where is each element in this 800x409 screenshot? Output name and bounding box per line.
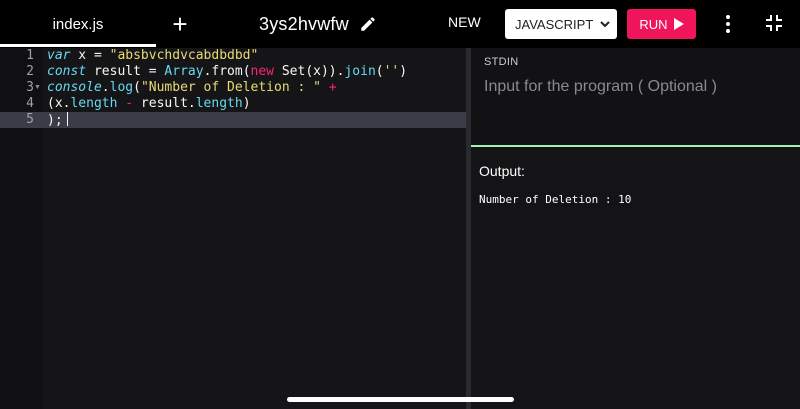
- code-token: join: [344, 64, 376, 79]
- code-token: );: [47, 113, 63, 128]
- stdin-panel: STDIN: [471, 48, 800, 146]
- run-label: RUN: [639, 16, 668, 32]
- output-text: Number of Deletion : 10: [479, 193, 632, 206]
- code-token: const: [47, 64, 87, 79]
- plus-icon: +: [172, 9, 188, 39]
- code-token: log: [109, 80, 134, 95]
- new-button[interactable]: NEW: [448, 14, 481, 30]
- add-tab-button[interactable]: +: [168, 10, 192, 38]
- pencil-icon[interactable]: [359, 15, 377, 33]
- code-token: +: [328, 80, 337, 95]
- line-number: 4: [26, 96, 34, 111]
- collapse-icon[interactable]: [765, 14, 783, 32]
- code-line: console.log("Number of Deletion : " +: [47, 80, 337, 96]
- play-icon: [673, 18, 684, 30]
- text-cursor: [66, 112, 68, 126]
- kebab-menu-icon[interactable]: [722, 14, 734, 34]
- code-token: (: [133, 80, 141, 95]
- fold-arrow-icon[interactable]: ▼: [34, 80, 41, 96]
- top-bar: index.js + 3ys2hvwfw NEW JAVASCRIPT RUN: [0, 0, 800, 48]
- code-line: );: [47, 112, 68, 129]
- code-token: "Number of Deletion : ": [140, 80, 321, 95]
- code-token: console: [47, 80, 102, 95]
- code-token: ): [242, 96, 251, 111]
- language-value: JAVASCRIPT: [515, 16, 594, 32]
- code-token: Set(x)).: [274, 64, 345, 79]
- stdin-input[interactable]: [484, 78, 784, 96]
- code-token: length: [70, 96, 118, 111]
- tab-index-js[interactable]: index.js: [0, 0, 156, 48]
- code-token: .: [101, 80, 110, 95]
- output-label: Output:: [479, 163, 525, 179]
- code-token: -: [125, 96, 134, 111]
- line-number: 3: [26, 80, 34, 95]
- home-indicator[interactable]: [287, 397, 514, 402]
- language-select[interactable]: JAVASCRIPT: [505, 9, 617, 39]
- code-line: (x.length - result.length): [47, 96, 251, 112]
- line-number: 1: [26, 48, 34, 63]
- code-token: result.: [133, 96, 196, 111]
- chevron-down-icon: [600, 21, 610, 28]
- code-token: "absbvchdvcabdbdbd": [109, 48, 259, 63]
- code-token: result =: [86, 64, 165, 79]
- code-token: length: [195, 96, 243, 111]
- stdin-label: STDIN: [484, 56, 519, 68]
- code-token: var: [47, 48, 71, 63]
- line-number: 5: [26, 112, 34, 127]
- code-token: ): [399, 64, 408, 79]
- run-button[interactable]: RUN: [627, 9, 696, 39]
- output-panel: Output: Number of Deletion : 10: [471, 147, 800, 409]
- code-token: .from(: [203, 64, 251, 79]
- code-token: new: [250, 64, 275, 79]
- active-line-highlight: [0, 112, 466, 128]
- code-token: (: [375, 64, 384, 79]
- code-token: x =: [70, 48, 110, 63]
- code-editor[interactable]: 1 2 3 ▼ 4 5 var x = "absbvchdvcabdbdbd" …: [0, 48, 466, 409]
- project-name: 3ys2hvwfw: [259, 13, 349, 34]
- code-line: const result = Array.from(new Set(x)).jo…: [47, 64, 407, 80]
- code-token: '': [383, 64, 400, 79]
- project-title[interactable]: 3ys2hvwfw: [259, 12, 377, 36]
- code-line: var x = "absbvchdvcabdbdbd": [47, 48, 258, 64]
- code-token: (x.: [47, 96, 71, 111]
- tab-label: index.js: [52, 15, 104, 33]
- line-number: 2: [26, 64, 34, 79]
- active-tab-indicator: [0, 44, 156, 47]
- code-token: Array: [164, 64, 204, 79]
